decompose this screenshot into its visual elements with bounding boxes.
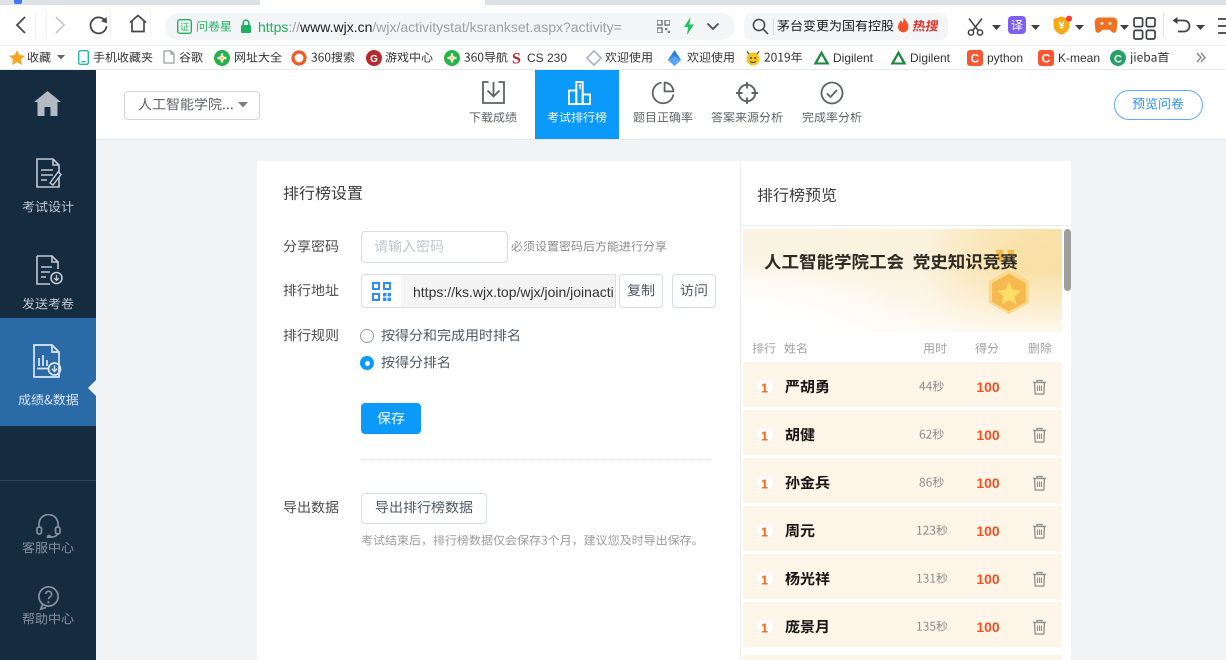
svg-text:C: C xyxy=(1114,54,1122,66)
svg-text:S: S xyxy=(512,51,521,67)
svg-text:¥: ¥ xyxy=(1058,20,1065,32)
svg-text:C: C xyxy=(1042,52,1051,66)
svg-text:G: G xyxy=(370,54,378,65)
svg-text:C: C xyxy=(971,52,980,66)
